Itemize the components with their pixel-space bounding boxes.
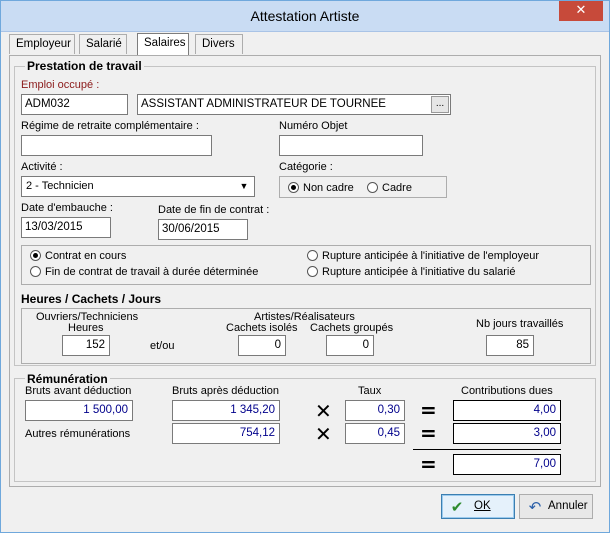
heures-box: Ouvriers/Techniciens Heures 152 et/ou Ar…: [21, 308, 591, 364]
taux-label: Taux: [358, 385, 382, 397]
categorie-label: Catégorie :: [279, 161, 333, 173]
contrib1-field: 4,00: [453, 400, 561, 421]
bruts-apres-field[interactable]: 1 345,20: [172, 400, 280, 421]
total-divider: [413, 449, 561, 450]
tab-salaires[interactable]: Salaires: [137, 33, 189, 56]
contrat-radiogroup: Contrat en cours Fin de contrat de trava…: [21, 245, 591, 285]
emploi-libelle-field[interactable]: ASSISTANT ADMINISTRATEUR DE TOURNEE ...: [137, 94, 451, 115]
nb-jours-label: Nb jours travaillés: [476, 318, 564, 330]
rupture-employeur-radio[interactable]: [307, 250, 318, 261]
date-fin-field[interactable]: 30/06/2015: [158, 219, 248, 240]
title-bar: Attestation Artiste ✕: [1, 1, 609, 32]
bruts-apres-label: Bruts après déduction: [172, 385, 280, 397]
categorie-cadre-label[interactable]: Cadre: [382, 182, 412, 194]
times-icon: ✕: [315, 422, 332, 446]
contrat-fin-cdd-radio[interactable]: [30, 266, 41, 277]
emploi-libelle-text: ASSISTANT ADMINISTRATEUR DE TOURNEE: [141, 98, 386, 110]
times-icon: ✕: [315, 399, 332, 423]
total-field: 7,00: [453, 454, 561, 475]
prestation-group: Prestation de travail Emploi occupé : AD…: [14, 59, 596, 366]
prestation-title: Prestation de travail: [25, 59, 144, 73]
contrat-en-cours-label[interactable]: Contrat en cours: [45, 250, 126, 262]
remuneration-group: Rémunération Bruts avant déduction 1 500…: [14, 372, 596, 482]
heures-title: Heures / Cachets / Jours: [21, 292, 162, 306]
date-embauche-label: Date d'embauche :: [21, 202, 113, 214]
regime-label: Régime de retraite complémentaire :: [21, 120, 199, 132]
autres-label: Autres rémunérations: [25, 428, 131, 440]
emploi-code-field[interactable]: ADM032: [21, 94, 128, 115]
tab-employeur[interactable]: Employeur: [9, 34, 75, 54]
tab-salarie[interactable]: Salarié: [79, 34, 127, 54]
emploi-lookup-button[interactable]: ...: [431, 96, 449, 113]
date-embauche-field[interactable]: 13/03/2015: [21, 217, 111, 238]
contrat-en-cours-radio[interactable]: [30, 250, 41, 261]
ok-label: OK: [474, 500, 491, 512]
ok-button[interactable]: ✔ OK: [441, 494, 515, 519]
equals-icon: =: [420, 452, 437, 476]
remuneration-title: Rémunération: [25, 372, 110, 386]
regime-field[interactable]: [21, 135, 212, 156]
attestation-window: Attestation Artiste ✕ Employeur Salarié …: [0, 0, 610, 533]
numero-objet-label: Numéro Objet: [279, 120, 348, 132]
contrat-fin-cdd-label[interactable]: Fin de contrat de travail à durée déterm…: [45, 266, 258, 278]
numero-objet-field[interactable]: [279, 135, 423, 156]
categorie-radiogroup: Non cadre Cadre: [279, 176, 447, 198]
check-icon: ✔: [450, 498, 464, 516]
bruts-avant-label: Bruts avant déduction: [25, 385, 132, 397]
heures-field[interactable]: 152: [62, 335, 110, 356]
chevron-down-icon: ▼: [239, 181, 249, 191]
bruts-avant-field[interactable]: 1 500,00: [25, 400, 133, 421]
rupture-employeur-label[interactable]: Rupture anticipée à l'initiative de l'em…: [322, 250, 539, 262]
annuler-button[interactable]: ↶ Annuler: [519, 494, 593, 519]
nb-jours-field[interactable]: 85: [486, 335, 534, 356]
categorie-cadre-radio[interactable]: [367, 182, 378, 193]
activite-select[interactable]: 2 - Technicien ▼: [21, 176, 255, 197]
annuler-label: Annuler: [548, 500, 588, 512]
categorie-non-cadre-radio[interactable]: [288, 182, 299, 193]
equals-icon: =: [420, 421, 437, 445]
autres-field[interactable]: 754,12: [172, 423, 280, 444]
cachets-groupes-label: Cachets groupés: [310, 322, 394, 334]
close-button[interactable]: ✕: [559, 1, 603, 21]
tab-divers[interactable]: Divers: [195, 34, 243, 54]
emploi-label: Emploi occupé :: [21, 79, 100, 91]
rupture-salarie-radio[interactable]: [307, 266, 318, 277]
categorie-non-cadre-label[interactable]: Non cadre: [303, 182, 354, 194]
heures-label: Heures: [68, 322, 104, 334]
contrib2-field: 3,00: [453, 423, 561, 444]
cachets-isoles-field[interactable]: 0: [238, 335, 286, 356]
activite-label: Activité :: [21, 161, 63, 173]
cachets-isoles-label: Cachets isolés: [226, 322, 298, 334]
equals-icon: =: [420, 398, 437, 422]
taux2-field[interactable]: 0,45: [345, 423, 405, 444]
window-title: Attestation Artiste: [250, 8, 360, 24]
undo-icon: ↶: [528, 498, 542, 516]
etou-label: et/ou: [150, 340, 175, 352]
cachets-groupes-field[interactable]: 0: [326, 335, 374, 356]
taux1-field[interactable]: 0,30: [345, 400, 405, 421]
activite-value: 2 - Technicien: [26, 180, 94, 192]
tab-panel-salaires: Prestation de travail Emploi occupé : AD…: [9, 55, 601, 487]
contributions-label: Contributions dues: [461, 385, 553, 397]
rupture-salarie-label[interactable]: Rupture anticipée à l'initiative du sala…: [322, 266, 516, 278]
date-fin-label: Date de fin de contrat :: [158, 204, 270, 216]
